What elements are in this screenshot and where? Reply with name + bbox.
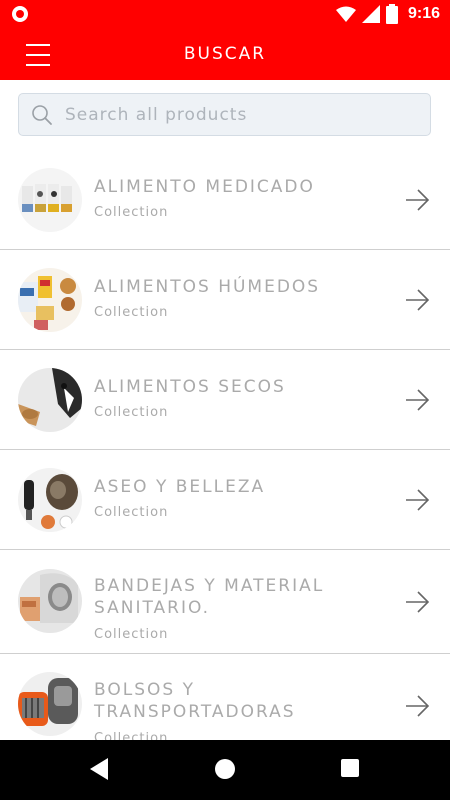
item-title: BOLSOS Y TRANSPORTADORAS <box>94 680 296 722</box>
item-title: ASEO Y BELLEZA <box>94 477 266 497</box>
item-subtitle: Collection <box>94 405 169 420</box>
search-bar[interactable] <box>18 93 431 136</box>
collection-thumbnail <box>18 569 82 633</box>
arrow-right-icon <box>406 389 430 411</box>
search-input[interactable] <box>63 103 397 126</box>
item-title: ALIMENTOS SECOS <box>94 377 286 397</box>
arrow-right-icon <box>406 189 430 211</box>
arrow-right-icon <box>406 489 430 511</box>
home-icon[interactable] <box>214 758 236 780</box>
screen-record-icon <box>12 6 28 22</box>
item-subtitle: Collection <box>94 205 169 220</box>
collection-thumbnail <box>18 168 82 232</box>
item-subtitle: Collection <box>94 305 169 320</box>
status-time: 9:16 <box>407 5 440 22</box>
page-title: BUSCAR <box>183 44 267 64</box>
list-item-alimento-medicado[interactable]: ALIMENTO MEDICADO Collection <box>0 150 450 250</box>
status-bar: 9:16 <box>0 0 450 30</box>
app-bar: BUSCAR <box>0 30 450 80</box>
arrow-right-icon <box>406 289 430 311</box>
list-item-bolsos-y-transportadoras[interactable]: BOLSOS Y TRANSPORTADORAS Collection <box>0 654 450 754</box>
collection-thumbnail <box>18 268 82 332</box>
search-icon <box>32 104 52 125</box>
item-subtitle: Collection <box>94 627 169 642</box>
collection-thumbnail <box>18 468 82 532</box>
item-title: BANDEJAS Y MATERIAL SANITARIO. <box>94 576 325 618</box>
arrow-right-icon <box>406 591 430 613</box>
battery-icon <box>385 4 398 24</box>
item-title: ALIMENTOS HÚMEDOS <box>94 277 321 297</box>
signal-icon <box>361 5 380 23</box>
back-icon[interactable] <box>90 758 110 780</box>
arrow-right-icon <box>406 695 430 717</box>
wifi-icon <box>335 6 356 22</box>
item-title: ALIMENTO MEDICADO <box>94 177 315 197</box>
recents-icon[interactable] <box>340 758 360 778</box>
collection-thumbnail <box>18 368 82 432</box>
navigation-bar <box>0 740 450 800</box>
list-item-aseo-y-belleza[interactable]: ASEO Y BELLEZA Collection <box>0 450 450 550</box>
collection-thumbnail <box>18 672 82 736</box>
item-subtitle: Collection <box>94 505 169 520</box>
list-item-alimentos-secos[interactable]: ALIMENTOS SECOS Collection <box>0 350 450 450</box>
list-item-bandejas-y-material-sanitario[interactable]: BANDEJAS Y MATERIAL SANITARIO. Collectio… <box>0 550 450 654</box>
list-item-alimentos-humedos[interactable]: ALIMENTOS HÚMEDOS Collection <box>0 250 450 350</box>
